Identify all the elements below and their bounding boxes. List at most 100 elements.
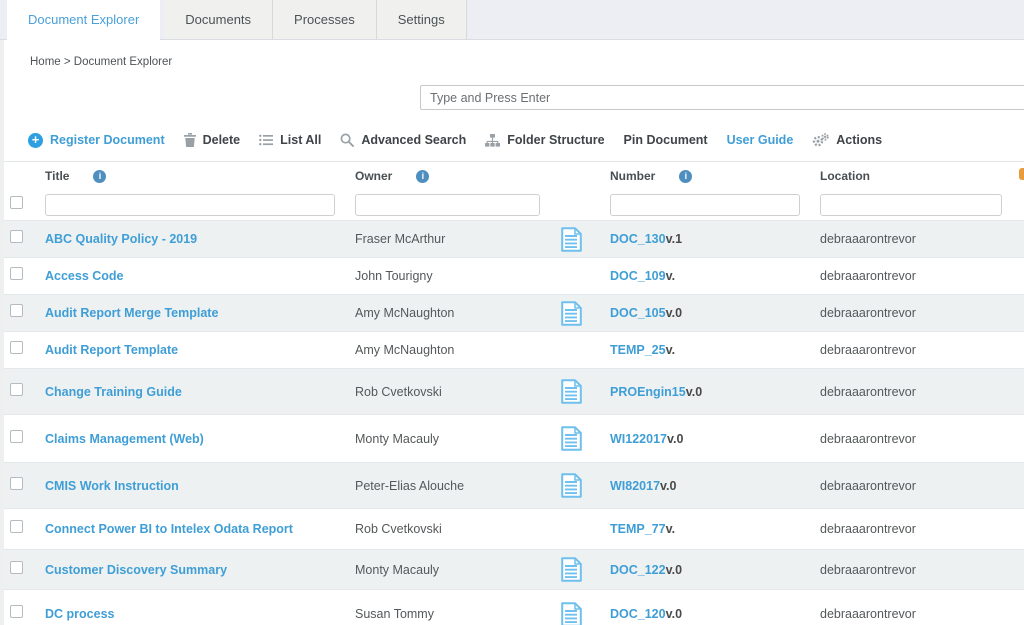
column-header-number[interactable]: Number xyxy=(610,169,655,183)
info-icon[interactable]: i xyxy=(416,170,429,183)
number-filter-input[interactable] xyxy=(610,194,800,216)
advanced-search-button[interactable]: Advanced Search xyxy=(340,133,466,147)
document-title-link[interactable]: CMIS Work Instruction xyxy=(45,479,179,493)
row-checkbox[interactable] xyxy=(10,230,23,243)
location-cell: debraaarontrevor xyxy=(809,343,1024,357)
document-icon[interactable] xyxy=(561,227,582,252)
column-header-owner[interactable]: Owner xyxy=(355,169,392,183)
location-cell: debraaarontrevor xyxy=(809,269,1024,283)
list-all-button[interactable]: List All xyxy=(259,133,321,147)
row-checkbox[interactable] xyxy=(10,520,23,533)
owner-cell: Peter-Elias Alouche xyxy=(344,479,544,493)
table-row: Change Training Guide Rob Cvetkovski PRO… xyxy=(4,368,1024,414)
document-icon[interactable] xyxy=(561,379,582,404)
document-title-link[interactable]: Claims Management (Web) xyxy=(45,432,204,446)
document-icon[interactable] xyxy=(561,557,582,582)
version-label: v.0 xyxy=(667,432,683,446)
tab-settings[interactable]: Settings xyxy=(377,0,467,39)
document-number-link[interactable]: WI82017 xyxy=(610,479,660,493)
info-icon[interactable]: i xyxy=(93,170,106,183)
info-icon[interactable]: i xyxy=(679,170,692,183)
document-number-link[interactable]: WI122017 xyxy=(610,432,667,446)
user-guide-link[interactable]: User Guide xyxy=(727,133,794,147)
document-title-link[interactable]: Audit Report Merge Template xyxy=(45,306,218,320)
location-cell: debraaarontrevor xyxy=(809,563,1024,577)
location-filter-input[interactable] xyxy=(820,194,1002,216)
folder-structure-button[interactable]: Folder Structure xyxy=(485,133,604,147)
row-checkbox[interactable] xyxy=(10,605,23,618)
delete-label: Delete xyxy=(203,133,241,147)
table-row: ABC Quality Policy - 2019 Fraser McArthu… xyxy=(4,220,1024,257)
pin-document-button[interactable]: Pin Document xyxy=(624,133,708,147)
document-number-link[interactable]: TEMP_25 xyxy=(610,343,666,357)
location-cell: debraaarontrevor xyxy=(809,432,1024,446)
location-cell: debraaarontrevor xyxy=(809,522,1024,536)
owner-cell: Susan Tommy xyxy=(344,607,544,621)
document-number-link[interactable]: DOC_105 xyxy=(610,306,666,320)
table-row: Audit Report Template Amy McNaughton TEM… xyxy=(4,331,1024,368)
document-icon[interactable] xyxy=(561,301,582,326)
table-row: Audit Report Merge Template Amy McNaught… xyxy=(4,294,1024,331)
document-number-link[interactable]: DOC_130 xyxy=(610,232,666,246)
delete-button[interactable]: Delete xyxy=(184,133,241,147)
location-cell: debraaarontrevor xyxy=(809,306,1024,320)
location-cell: debraaarontrevor xyxy=(809,232,1024,246)
document-title-link[interactable]: DC process xyxy=(45,607,114,621)
document-title-link[interactable]: Access Code xyxy=(45,269,124,283)
cutoff-column-icon xyxy=(1019,168,1024,180)
table-row: Claims Management (Web) Monty Macauly WI… xyxy=(4,414,1024,462)
version-label: v.0 xyxy=(666,306,682,320)
document-icon[interactable] xyxy=(561,473,582,498)
row-checkbox[interactable] xyxy=(10,383,23,396)
document-number-link[interactable]: DOC_122 xyxy=(610,563,666,577)
column-header-location[interactable]: Location xyxy=(820,169,870,183)
select-all-checkbox[interactable] xyxy=(10,196,23,209)
row-checkbox[interactable] xyxy=(10,304,23,317)
table-row: Customer Discovery Summary Monty Macauly… xyxy=(4,549,1024,589)
location-cell: debraaarontrevor xyxy=(809,607,1024,621)
document-title-link[interactable]: Connect Power BI to Intelex Odata Report xyxy=(45,522,293,536)
document-title-link[interactable]: Customer Discovery Summary xyxy=(45,563,227,577)
title-filter-input[interactable] xyxy=(45,194,335,216)
register-document-button[interactable]: + Register Document xyxy=(28,133,165,148)
document-icon[interactable] xyxy=(561,426,582,451)
owner-cell: Fraser McArthur xyxy=(344,232,544,246)
global-search-input[interactable] xyxy=(420,85,1024,110)
table-row: CMIS Work Instruction Peter-Elias Alouch… xyxy=(4,462,1024,508)
tab-processes[interactable]: Processes xyxy=(273,0,377,39)
sitemap-icon xyxy=(485,134,500,147)
tab-document-explorer[interactable]: Document Explorer xyxy=(7,0,160,41)
filter-row xyxy=(4,190,1024,220)
document-title-link[interactable]: ABC Quality Policy - 2019 xyxy=(45,232,197,246)
document-table-body: ABC Quality Policy - 2019 Fraser McArthu… xyxy=(4,220,1024,625)
tab-documents[interactable]: Documents xyxy=(164,0,273,39)
list-icon xyxy=(259,134,273,146)
document-number-link[interactable]: PROEngin15 xyxy=(610,385,686,399)
document-number-link[interactable]: TEMP_77 xyxy=(610,522,666,536)
document-number-link[interactable]: DOC_120 xyxy=(610,607,666,621)
row-checkbox[interactable] xyxy=(10,341,23,354)
version-label: v. xyxy=(666,522,676,536)
plus-circle-icon: + xyxy=(28,133,43,148)
search-icon xyxy=(340,133,354,147)
document-title-link[interactable]: Audit Report Template xyxy=(45,343,178,357)
row-checkbox[interactable] xyxy=(10,477,23,490)
version-label: v. xyxy=(666,269,676,283)
version-label: v.0 xyxy=(666,607,682,621)
user-guide-label: User Guide xyxy=(727,133,794,147)
location-cell: debraaarontrevor xyxy=(809,479,1024,493)
row-checkbox[interactable] xyxy=(10,561,23,574)
row-checkbox[interactable] xyxy=(10,430,23,443)
document-number-link[interactable]: DOC_109 xyxy=(610,269,666,283)
owner-cell: Monty Macauly xyxy=(344,432,544,446)
document-title-link[interactable]: Change Training Guide xyxy=(45,385,182,399)
version-label: v.0 xyxy=(660,479,676,493)
document-icon[interactable] xyxy=(561,602,582,625)
row-checkbox[interactable] xyxy=(10,267,23,280)
owner-filter-input[interactable] xyxy=(355,194,540,216)
column-header-title[interactable]: Title xyxy=(45,169,69,183)
content-panel: Home > Document Explorer + Register Docu… xyxy=(4,40,1024,625)
owner-cell: Rob Cvetkovski xyxy=(344,522,544,536)
table-row: Access Code John Tourigny DOC_109v. debr… xyxy=(4,257,1024,294)
actions-button[interactable]: Actions xyxy=(812,133,882,148)
